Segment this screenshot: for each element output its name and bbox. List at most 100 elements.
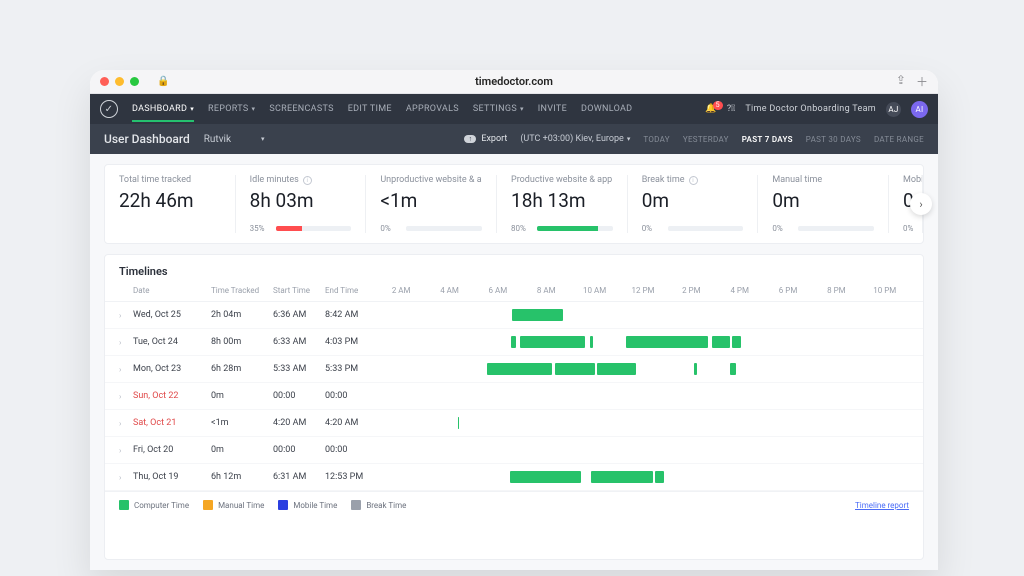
nav-reports[interactable]: REPORTS▾ bbox=[208, 96, 255, 122]
notifications-icon[interactable]: 🔔5 bbox=[705, 104, 717, 114]
address-bar[interactable]: timedoctor.com bbox=[90, 75, 938, 88]
row-time-tracked: 0m bbox=[211, 391, 273, 401]
timezone-selector[interactable]: (UTC +03:00) Kiev, Europe▾ bbox=[520, 134, 630, 144]
kpi-card: Unproductive website & a…i<1m0% bbox=[366, 175, 497, 233]
browser-chrome: 🔒 timedoctor.com ⇪ ＋ bbox=[90, 70, 938, 94]
legend-item: Computer Time bbox=[119, 500, 189, 510]
nav-settings[interactable]: SETTINGS▾ bbox=[473, 96, 524, 122]
range-today[interactable]: TODAY bbox=[643, 135, 670, 144]
timeline-legend: Computer TimeManual TimeMobile TimeBreak… bbox=[105, 491, 923, 518]
team-avatar[interactable]: AJ bbox=[886, 102, 901, 117]
nav-invite[interactable]: INVITE bbox=[538, 96, 567, 122]
kpi-card: Productive website & app usage18h 13m80% bbox=[497, 175, 628, 233]
range-past-30-days[interactable]: PAST 30 DAYS bbox=[806, 135, 861, 144]
timeline-row: ›Thu, Oct 196h 12m6:31 AM12:53 PM bbox=[105, 464, 923, 491]
row-date: Fri, Oct 20 bbox=[133, 445, 211, 455]
expand-row-icon[interactable]: › bbox=[119, 419, 133, 428]
legend-swatch bbox=[278, 500, 288, 510]
kpi-percent: 0% bbox=[903, 224, 916, 233]
activity-segment[interactable] bbox=[597, 363, 636, 375]
chevron-down-icon: ▾ bbox=[520, 105, 524, 113]
kpi-card: Manual time0m0% bbox=[758, 175, 889, 233]
activity-segment[interactable] bbox=[555, 363, 595, 375]
hour-label: 4 AM bbox=[425, 286, 473, 295]
kpi-value: 22h 46m bbox=[119, 189, 221, 212]
kpi-percent: 0% bbox=[380, 224, 400, 233]
row-timeline-bar bbox=[377, 390, 909, 402]
expand-row-icon[interactable]: › bbox=[119, 446, 133, 455]
kpi-progress-bar bbox=[798, 226, 874, 231]
legend-label: Computer Time bbox=[134, 501, 189, 510]
legend-label: Manual Time bbox=[218, 501, 264, 510]
kpi-label: Manual time bbox=[772, 175, 822, 185]
user-selector[interactable]: Rutvik▾ bbox=[204, 134, 265, 145]
activity-segment[interactable] bbox=[694, 363, 698, 375]
activity-segment[interactable] bbox=[730, 363, 736, 375]
range-date-range[interactable]: DATE RANGE bbox=[874, 135, 924, 144]
activity-segment[interactable] bbox=[511, 336, 516, 348]
kpi-value: 0m bbox=[642, 189, 744, 212]
range-past-7-days[interactable]: PAST 7 DAYS bbox=[742, 135, 793, 144]
activity-segment[interactable] bbox=[732, 336, 740, 348]
hour-label: 4 PM bbox=[716, 286, 764, 295]
activity-segment[interactable] bbox=[512, 309, 563, 321]
nav-dashboard[interactable]: DASHBOARD▾ bbox=[132, 96, 194, 122]
team-name[interactable]: Time Doctor Onboarding Team bbox=[745, 104, 876, 114]
row-date: Sat, Oct 21 bbox=[133, 418, 211, 428]
kpi-progress-bar bbox=[668, 226, 744, 231]
row-date: Sun, Oct 22 bbox=[133, 391, 211, 401]
kpi-next-button[interactable]: › bbox=[910, 193, 932, 215]
row-time-tracked: 8h 00m bbox=[211, 337, 273, 347]
legend-item: Manual Time bbox=[203, 500, 264, 510]
kpi-value: 0m bbox=[772, 189, 874, 212]
activity-segment[interactable] bbox=[520, 336, 585, 348]
nav-download[interactable]: DOWNLOAD bbox=[581, 96, 632, 122]
legend-label: Mobile Time bbox=[293, 501, 337, 510]
row-start-time: 6:36 AM bbox=[273, 310, 325, 320]
legend-swatch bbox=[119, 500, 129, 510]
expand-row-icon[interactable]: › bbox=[119, 392, 133, 401]
kpi-progress-bar bbox=[406, 226, 482, 231]
legend-swatch bbox=[351, 500, 361, 510]
range-yesterday[interactable]: YESTERDAY bbox=[683, 135, 729, 144]
activity-segment[interactable] bbox=[591, 471, 653, 483]
app-logo-icon[interactable] bbox=[100, 100, 118, 118]
row-timeline-bar bbox=[377, 444, 909, 456]
activity-segment[interactable] bbox=[590, 336, 594, 348]
row-timeline-bar bbox=[377, 417, 909, 429]
info-icon[interactable]: i bbox=[303, 176, 312, 185]
row-end-time: 8:42 AM bbox=[325, 310, 377, 320]
timelines-card: Timelines Date Time Tracked Start Time E… bbox=[104, 254, 924, 560]
activity-segment[interactable] bbox=[655, 471, 664, 483]
activity-segment[interactable] bbox=[712, 336, 730, 348]
expand-row-icon[interactable]: › bbox=[119, 365, 133, 374]
chevron-down-icon: ▾ bbox=[251, 105, 255, 113]
kpi-label: Productive website & app usage bbox=[511, 175, 613, 185]
expand-row-icon[interactable]: › bbox=[119, 473, 133, 482]
timeline-column-headers: Date Time Tracked Start Time End Time 2 … bbox=[105, 282, 923, 302]
expand-row-icon[interactable]: › bbox=[119, 338, 133, 347]
timeline-row: ›Fri, Oct 200m00:0000:00 bbox=[105, 437, 923, 464]
activity-segment[interactable] bbox=[626, 336, 708, 348]
activity-segment[interactable] bbox=[458, 417, 459, 429]
help-icon[interactable]: ?⃝ bbox=[727, 104, 736, 114]
nav-edit-time[interactable]: EDIT TIME bbox=[348, 96, 392, 122]
kpi-percent: 0% bbox=[642, 224, 662, 233]
hour-label: 2 PM bbox=[667, 286, 715, 295]
expand-row-icon[interactable]: › bbox=[119, 311, 133, 320]
timeline-report-link[interactable]: Timeline report bbox=[855, 501, 909, 510]
user-avatar[interactable]: AI bbox=[911, 101, 928, 118]
nav-approvals[interactable]: APPROVALS bbox=[406, 96, 459, 122]
export-button[interactable]: Export bbox=[464, 134, 507, 144]
row-time-tracked: 6h 28m bbox=[211, 364, 273, 374]
kpi-card: Idle minutesi8h 03m35% bbox=[236, 175, 367, 233]
activity-segment[interactable] bbox=[487, 363, 552, 375]
nav-screencasts[interactable]: SCREENCASTS bbox=[269, 96, 333, 122]
kpi-row: Total time tracked22h 46mIdle minutesi8h… bbox=[104, 164, 924, 244]
kpi-card: Break timei0m0% bbox=[628, 175, 759, 233]
kpi-value: <1m bbox=[380, 189, 482, 212]
kpi-percent: 80% bbox=[511, 224, 531, 233]
app-window: 🔒 timedoctor.com ⇪ ＋ DASHBOARD▾ REPORTS▾ S… bbox=[90, 70, 938, 570]
info-icon[interactable]: i bbox=[689, 176, 698, 185]
activity-segment[interactable] bbox=[510, 471, 581, 483]
